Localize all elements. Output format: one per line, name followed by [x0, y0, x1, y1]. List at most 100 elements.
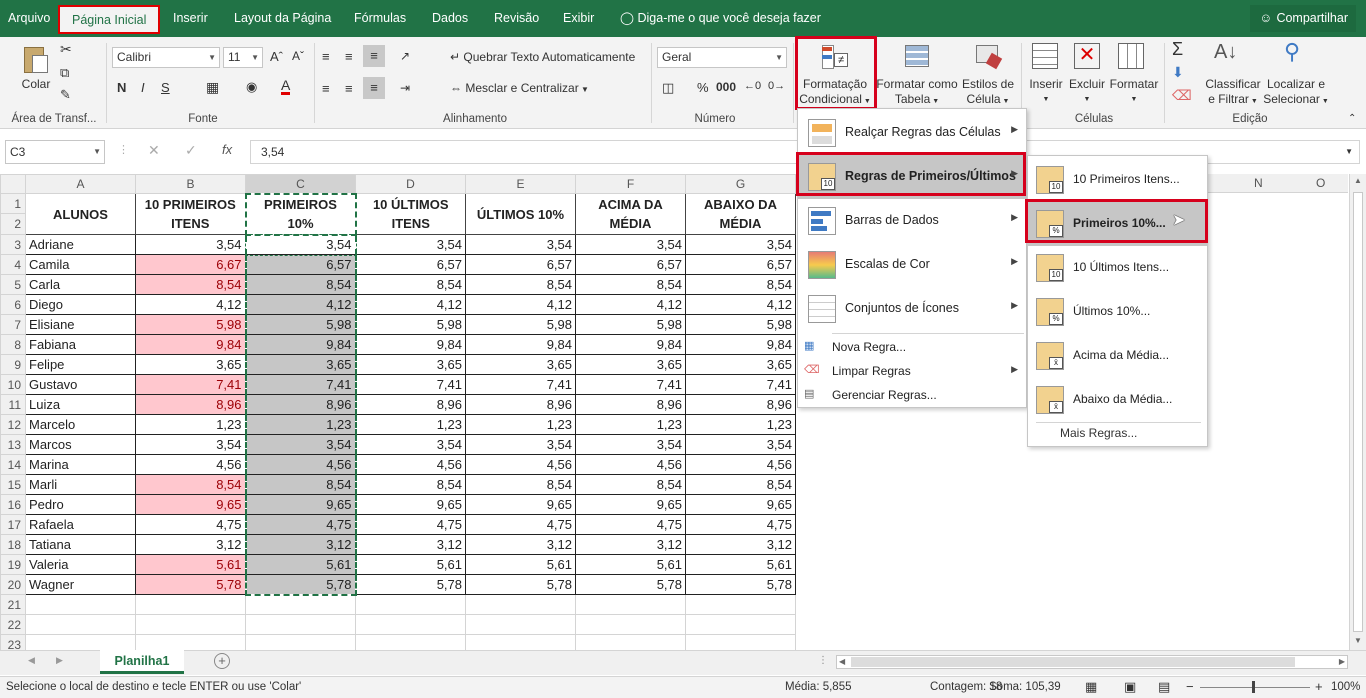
empty-cell[interactable]	[685, 594, 796, 615]
cell-name[interactable]: Carla	[25, 274, 136, 295]
cell-value[interactable]: 7,41	[685, 374, 796, 395]
cell-value[interactable]: 5,78	[355, 574, 466, 595]
find-select-button[interactable]: Localizar e Selecionar ▼	[1262, 77, 1330, 109]
column-header[interactable]: G	[685, 174, 796, 194]
tab-exibir[interactable]: Exibir	[563, 0, 594, 37]
column-header-n[interactable]: N	[1254, 176, 1263, 190]
align-top-icon[interactable]: ≡	[322, 49, 330, 64]
cell-value[interactable]: 8,96	[355, 394, 466, 415]
cell-value[interactable]: 9,84	[685, 334, 796, 355]
row-header[interactable]: 19	[0, 554, 26, 575]
align-middle-icon[interactable]: ≡	[345, 49, 353, 64]
menu-item-new-rule[interactable]: ▦ Nova Regra...	[798, 335, 1026, 359]
normal-view-icon[interactable]: ▦	[1085, 679, 1097, 695]
cell-top-10-items[interactable]: 7,41	[135, 374, 246, 395]
enter-icon[interactable]: ✓	[185, 142, 197, 159]
zoom-slider[interactable]	[1200, 687, 1310, 688]
row-header[interactable]: 20	[0, 574, 26, 595]
cell-name[interactable]: Pedro	[25, 494, 136, 515]
empty-cell[interactable]	[355, 614, 466, 635]
cell-value[interactable]: 4,75	[465, 514, 576, 535]
cell-value[interactable]: 3,54	[465, 434, 576, 455]
cell-top-10-percent[interactable]: 5,61	[244, 554, 357, 575]
empty-cell[interactable]	[135, 594, 246, 615]
cell-value[interactable]: 5,61	[465, 554, 576, 575]
cut-icon[interactable]: ✂	[60, 41, 72, 58]
empty-cell[interactable]	[575, 594, 686, 615]
cell-name[interactable]: Valeria	[25, 554, 136, 575]
cell-top-10-percent[interactable]: 9,84	[244, 334, 357, 355]
column-title[interactable]: ACIMA DA MÉDIA	[575, 193, 686, 235]
cell-name[interactable]: Adriane	[25, 234, 136, 255]
cell-value[interactable]: 9,65	[685, 494, 796, 515]
cell-value[interactable]: 3,12	[465, 534, 576, 555]
orientation-icon[interactable]: ↗	[400, 49, 410, 63]
format-as-table-button[interactable]: Formatar como Tabela ▼	[875, 77, 959, 109]
row-header[interactable]: 12	[0, 193, 26, 235]
menu-item-highlight-rules[interactable]: Realçar Regras das Células ▶	[798, 111, 1026, 155]
cell-value[interactable]: 3,54	[355, 234, 466, 255]
empty-cell[interactable]	[465, 594, 576, 615]
tab-arquivo[interactable]: Arquivo	[8, 0, 50, 37]
column-header[interactable]: D	[355, 174, 466, 194]
cell-value[interactable]: 5,78	[685, 574, 796, 595]
cell-name[interactable]: Tatiana	[25, 534, 136, 555]
cell-name[interactable]: Luiza	[25, 394, 136, 415]
zoom-slider-thumb[interactable]	[1252, 681, 1255, 693]
cell-top-10-percent[interactable]: 4,12	[244, 294, 357, 315]
cell-value[interactable]: 8,54	[685, 274, 796, 295]
cell-value[interactable]: 8,54	[355, 274, 466, 295]
cell-value[interactable]: 4,75	[685, 514, 796, 535]
cell-value[interactable]: 3,12	[575, 534, 686, 555]
currency-icon[interactable]: ◫	[662, 80, 674, 96]
column-header-o[interactable]: O	[1316, 176, 1325, 190]
column-title[interactable]: ALUNOS	[25, 193, 136, 235]
tab-layout[interactable]: Layout da Página	[234, 0, 331, 37]
cell-value[interactable]: 5,61	[355, 554, 466, 575]
cell-value[interactable]: 5,98	[465, 314, 576, 335]
scroll-thumb[interactable]	[1353, 192, 1363, 632]
row-header[interactable]: 7	[0, 314, 26, 335]
collapse-ribbon-icon[interactable]: ⌃	[1348, 113, 1356, 124]
cell-name[interactable]: Marli	[25, 474, 136, 495]
submenu-item[interactable]: x̄ Abaixo da Média...	[1028, 378, 1207, 422]
row-header[interactable]: 21	[0, 594, 26, 615]
cell-value[interactable]: 9,84	[355, 334, 466, 355]
cell-value[interactable]: 9,65	[355, 494, 466, 515]
paste-button[interactable]: Colar	[18, 77, 54, 92]
cell-top-10-items[interactable]: 9,84	[135, 334, 246, 355]
cell-value[interactable]: 8,54	[465, 274, 576, 295]
decrease-decimal-icon[interactable]: 0→	[768, 80, 785, 92]
cell-value[interactable]: 4,12	[685, 294, 796, 315]
row-header[interactable]: 4	[0, 254, 26, 275]
column-header[interactable]: B	[135, 174, 246, 194]
cell-value[interactable]: 8,96	[685, 394, 796, 415]
cell-value[interactable]: 6,57	[575, 254, 686, 275]
cell-top-10-percent[interactable]: 3,65	[244, 354, 357, 375]
cell-value[interactable]: 8,54	[465, 474, 576, 495]
scroll-thumb[interactable]	[851, 657, 1295, 667]
sheet-tab-planilha1[interactable]: Planilha1	[100, 650, 184, 674]
cell-top-10-percent[interactable]: 3,54	[244, 233, 357, 256]
menu-item-color-scales[interactable]: Escalas de Cor ▶	[798, 243, 1026, 287]
cell-name[interactable]: Wagner	[25, 574, 136, 595]
cell-value[interactable]: 9,65	[575, 494, 686, 515]
insert-function-icon[interactable]: fx	[222, 142, 232, 157]
cell-value[interactable]: 4,56	[355, 454, 466, 475]
sort-filter-button[interactable]: Classificar e Filtrar ▼	[1200, 77, 1266, 109]
cell-name[interactable]: Camila	[25, 254, 136, 275]
cell-value[interactable]: 3,54	[355, 434, 466, 455]
cell-name[interactable]: Rafaela	[25, 514, 136, 535]
empty-cell[interactable]	[575, 614, 686, 635]
tab-formulas[interactable]: Fórmulas	[354, 0, 406, 37]
number-format-select[interactable]: Geral ▼	[657, 47, 787, 68]
cell-value[interactable]: 4,75	[355, 514, 466, 535]
row-header[interactable]: 9	[0, 354, 26, 375]
scroll-right-icon[interactable]: ▶	[1339, 657, 1345, 666]
column-title[interactable]: ABAIXO DA MÉDIA	[685, 193, 796, 235]
cell-top-10-items[interactable]: 3,54	[135, 434, 246, 455]
insert-cells-button[interactable]: Inserir ▼	[1026, 77, 1066, 107]
cell-top-10-items[interactable]: 1,23	[135, 414, 246, 435]
vertical-scrollbar[interactable]: ▲ ▼	[1349, 174, 1366, 650]
cell-top-10-percent[interactable]: 4,56	[244, 454, 357, 475]
